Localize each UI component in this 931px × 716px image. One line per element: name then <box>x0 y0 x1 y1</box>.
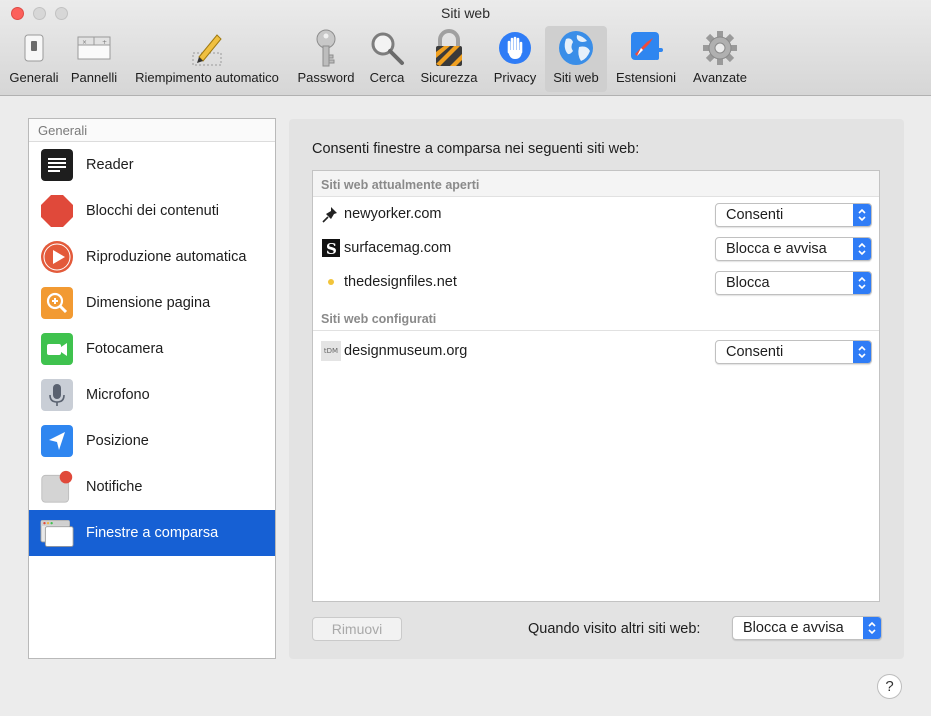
site-name: designmuseum.org <box>344 343 468 359</box>
site-name: thedesignfiles.net <box>344 274 457 290</box>
site-name: newyorker.com <box>344 206 442 222</box>
remove-button[interactable]: Rimuovi <box>312 617 402 641</box>
site-setting-select[interactable]: Consenti <box>715 203 872 227</box>
compass-icon <box>626 28 666 68</box>
site-setting-select[interactable]: Consenti <box>715 340 872 364</box>
help-button[interactable]: ? <box>877 674 902 699</box>
sidebar-item-label: Microfono <box>86 387 150 403</box>
sidebar-item-label: Notifiche <box>86 479 143 495</box>
sidebar-item-label: Dimensione pagina <box>86 295 211 311</box>
panel-title: Consenti finestre a comparsa nei seguent… <box>312 141 640 157</box>
notification-icon <box>40 470 74 504</box>
chevron-updown-icon <box>863 617 881 639</box>
site-name: surfacemag.com <box>344 240 452 256</box>
microphone-icon <box>40 378 74 412</box>
chevron-updown-icon <box>853 238 871 260</box>
reader-icon <box>40 148 74 182</box>
toolbar-password[interactable]: Password <box>294 26 358 92</box>
toolbar-sicurezza[interactable]: Sicurezza <box>416 26 482 92</box>
other-sites-select[interactable]: Blocca e avvisa <box>732 616 882 640</box>
play-icon <box>40 240 74 274</box>
sidebar-item-finestre-a-comparsa[interactable]: Finestre a comparsa <box>29 510 275 556</box>
tabs-icon: × + <box>74 28 114 68</box>
title-bar: Siti web Generali × + Pannelli Riempiment… <box>0 0 931 96</box>
site-setting-select[interactable]: Blocca <box>715 271 872 295</box>
sidebar-item-reader[interactable]: Reader <box>29 142 275 188</box>
other-sites-label: Quando visito altri siti web: <box>528 621 701 637</box>
svg-text:S: S <box>326 240 337 257</box>
websites-table: Siti web attualmente aperti newyorker.co… <box>312 170 880 602</box>
key-icon <box>306 28 346 68</box>
pencil-icon <box>187 28 227 68</box>
globe-icon <box>556 28 596 68</box>
popup-settings-panel: Consenti finestre a comparsa nei seguent… <box>289 119 904 659</box>
preferences-toolbar: Generali × + Pannelli Riempimento automat… <box>0 26 931 94</box>
sidebar-item-notifiche[interactable]: Notifiche <box>29 464 275 510</box>
sidebar: Generali Reader Blocchi dei contenuti Ri… <box>28 118 276 659</box>
chevron-updown-icon <box>853 341 871 363</box>
gear-icon <box>700 28 740 68</box>
toolbar-estensioni[interactable]: Estensioni <box>612 26 680 92</box>
toolbar-siti-web[interactable]: Siti web <box>545 26 607 92</box>
switch-icon <box>14 28 54 68</box>
table-row[interactable]: tDM designmuseum.org Consenti <box>313 334 879 368</box>
sidebar-item-dimensione-pagina[interactable]: Dimensione pagina <box>29 280 275 326</box>
table-row[interactable]: S surfacemag.com Blocca e avvisa <box>313 231 879 265</box>
open-websites-header: Siti web attualmente aperti <box>313 171 879 197</box>
dot-icon <box>321 272 341 292</box>
sidebar-item-label: Finestre a comparsa <box>86 525 219 541</box>
chevron-updown-icon <box>853 272 871 294</box>
site-setting-select[interactable]: Blocca e avvisa <box>715 237 872 261</box>
table-row[interactable]: newyorker.com Consenti <box>313 197 879 231</box>
sidebar-item-posizione[interactable]: Posizione <box>29 418 275 464</box>
sidebar-item-blocchi-contenuti[interactable]: Blocchi dei contenuti <box>29 188 275 234</box>
zoom-icon <box>40 286 74 320</box>
toolbar-cerca[interactable]: Cerca <box>364 26 410 92</box>
toolbar-generali[interactable]: Generali <box>4 26 64 92</box>
toolbar-pannelli[interactable]: × + Pannelli <box>66 26 122 92</box>
hand-icon <box>495 28 535 68</box>
chevron-updown-icon <box>853 204 871 226</box>
sidebar-item-label: Posizione <box>86 433 149 449</box>
sidebar-header: Generali <box>29 119 275 142</box>
svg-text:×: × <box>82 39 87 46</box>
sidebar-item-microfono[interactable]: Microfono <box>29 372 275 418</box>
s-logo-icon: S <box>321 238 341 258</box>
sidebar-item-label: Blocchi dei contenuti <box>86 203 219 219</box>
sidebar-item-label: Fotocamera <box>86 341 164 357</box>
configured-websites-header: Siti web configurati <box>313 305 879 331</box>
table-row[interactable]: thedesignfiles.net Blocca <box>313 265 879 299</box>
svg-text:+: + <box>102 39 107 46</box>
sidebar-item-riproduzione-automatica[interactable]: Riproduzione automatica <box>29 234 275 280</box>
stop-sign-icon <box>40 194 74 228</box>
camera-icon <box>40 332 74 366</box>
window-title: Siti web <box>440 5 491 21</box>
pushpin-icon <box>321 204 341 224</box>
magnifier-icon <box>367 28 407 68</box>
sidebar-item-fotocamera[interactable]: Fotocamera <box>29 326 275 372</box>
toolbar-avanzate[interactable]: Avanzate <box>688 26 752 92</box>
toolbar-privacy[interactable]: Privacy <box>488 26 542 92</box>
dm-logo-icon: tDM <box>321 341 341 361</box>
sidebar-item-label: Riproduzione automatica <box>86 249 247 265</box>
toolbar-riempimento-automatico[interactable]: Riempimento automatico <box>126 26 288 92</box>
popup-window-icon <box>40 516 74 550</box>
location-icon <box>40 424 74 458</box>
lock-icon <box>429 28 469 68</box>
sidebar-item-label: Reader <box>86 157 134 173</box>
